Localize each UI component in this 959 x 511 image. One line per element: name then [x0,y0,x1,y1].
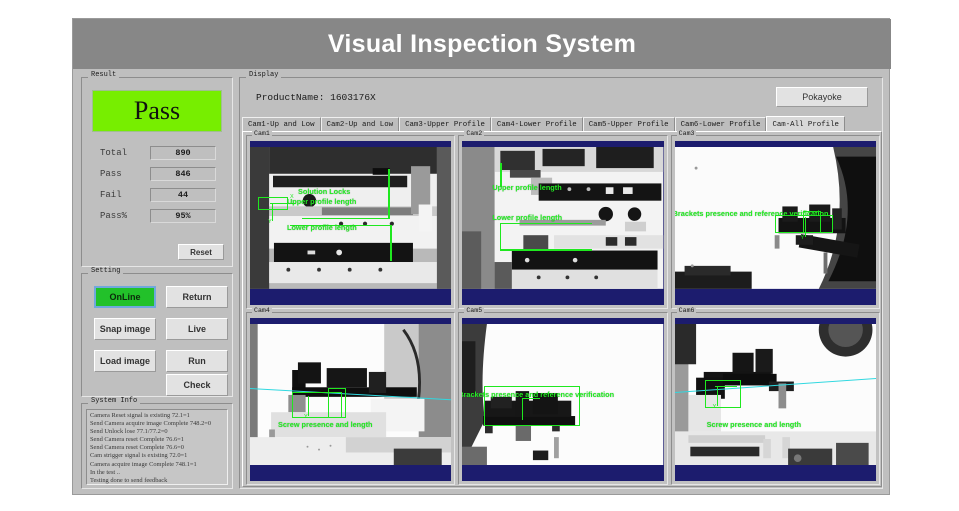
log-line: Cam strigger signal is existing 72.0=1 [90,452,224,460]
camera-panel-cam3: Cam3 [671,135,880,309]
stat-label-pass: Pass [82,169,150,179]
cam6-annotation-0: Screw presence and length [707,420,802,429]
camera-view-cam5[interactable]: Brackets presence and reference verifica… [462,318,663,482]
cam4-roi-box-2 [328,388,346,418]
stat-row: Total 890 [82,144,234,161]
cam3-axis-y-label: Y [801,235,805,241]
system-info-log[interactable]: Camera Reset signal is existing 72.1=1 S… [86,409,228,485]
stat-value-pass: 846 [150,167,216,181]
camera-image-cam5: Brackets presence and reference verifica… [462,324,663,476]
snap-image-button[interactable]: Snap image [94,318,156,340]
product-name-label: ProductName: 1603176X [256,92,376,103]
cam6-axis-y-label: Y [713,404,717,410]
camera-panel-cam2: Cam2 [458,135,667,309]
cam1-annotation-1: Upper profile length [287,197,356,206]
camera-view-cam2[interactable]: Upper profile length Lower profile lengt… [462,141,663,305]
verdict-box: Pass [92,90,222,132]
camera-image-cam3: Y Brackets presence and reference verifi… [675,147,876,299]
camera-panel-cam5: Cam5 [458,312,667,486]
log-line: Send Camera reset Complete 76.6=1 [90,436,224,444]
cam1-annotation-2: Lower profile length [287,223,357,232]
verdict-text: Pass [134,96,180,126]
camera-panel-cam4: Cam4 [246,312,455,486]
stat-row: Fail 44 [82,186,234,203]
stat-row: Pass% 95% [82,207,234,224]
cam6-axis-y [717,386,718,406]
cam2-annotation-1: Lower profile length [492,213,562,222]
online-button[interactable]: OnLine [94,286,156,308]
cam2-lower-roi [500,223,592,251]
stat-label-total: Total [82,148,150,158]
stat-label-fail: Fail [82,190,150,200]
camera-panel-cam6: Cam6 [671,312,880,486]
camera-legend-cam1: Cam1 [252,130,272,137]
cam4-annotation-0: Screw presence and length [278,420,373,429]
check-button[interactable]: Check [166,374,228,396]
load-image-button[interactable]: Load image [94,350,156,372]
camera-panel-cam1: Cam1 [246,135,455,309]
camera-legend-cam3: Cam3 [677,130,697,137]
cam1-axis-y-label: Y [268,219,272,225]
camera-legend-cam6: Cam6 [677,307,697,314]
log-line: Send Camera reset Complete 76.6=0 [90,444,224,452]
run-button[interactable]: Run [166,350,228,372]
cam5-annotation-0: Brackets presence and reference verifica… [462,390,614,399]
log-line: Send Camera acquire image Complete 748.2… [90,420,224,428]
app-title: Visual Inspection System [328,30,636,59]
tab-cam4-lower-profile[interactable]: Cam4-Lower Profile [491,117,583,132]
title-bar: Visual Inspection System [73,19,891,69]
camera-tab-bar: Cam1-Up and Low Cam2-Up and Low Cam3-Upp… [242,116,882,132]
camera-image-cam1: X Y Solution Locks Upper profile length … [250,147,451,299]
camera-tab-page: Cam1 [242,131,882,487]
log-line: Camera acquire image Complete 748.1=1 [90,461,224,469]
cam1-axis-y [272,203,273,221]
log-line: Testing done to send feedback [90,477,224,485]
pokayoke-button[interactable]: Pokayoke [776,87,868,107]
camera-legend-cam2: Cam2 [464,130,484,137]
setting-panel: Setting OnLine Return Snap image Live Lo… [81,273,233,397]
stat-row: Pass 846 [82,165,234,182]
camera-image-cam2: Upper profile length Lower profile lengt… [462,147,663,299]
result-panel: Result Pass Total 890 Pass 846 Fail 44 P… [81,77,233,267]
stat-value-passrate: 95% [150,209,216,223]
stat-label-passrate: Pass% [82,211,150,221]
camera-view-cam4[interactable]: Y Screw presence and length [250,318,451,482]
return-button[interactable]: Return [166,286,228,308]
system-info-legend: System Info [88,397,140,405]
camera-view-cam3[interactable]: Y Brackets presence and reference verifi… [675,141,876,305]
stat-value-total: 890 [150,146,216,160]
cam6-axis-x [715,386,737,387]
camera-view-cam1[interactable]: X Y Solution Locks Upper profile length … [250,141,451,305]
camera-legend-cam5: Cam5 [464,307,484,314]
log-line: In the test .. [90,469,224,477]
application-window: Visual Inspection System Result Pass Tot… [72,18,890,495]
display-panel: Display ProductName: 1603176X Pokayoke C… [239,77,883,489]
cam6-roi-box [705,380,741,408]
stat-value-fail: 44 [150,188,216,202]
cam5-axis-y [522,398,523,420]
camera-legend-cam4: Cam4 [252,307,272,314]
cam2-annotation-0: Upper profile length [492,183,561,192]
camera-view-cam6[interactable]: Y Screw presence and length [675,318,876,482]
setting-panel-legend: Setting [88,267,123,275]
cam4-axis-y [308,396,309,416]
cam1-annotation-0: Solution Locks [298,187,350,196]
cam3-axis-y [805,217,806,237]
tab-cam2-up-and-low[interactable]: Cam2-Up and Low [321,117,400,132]
cam3-annotation-0: Brackets presence and reference verifica… [675,209,829,218]
log-line: Send Unlock lose 77.1/77.2=0 [90,428,224,436]
tab-cam-all-profile[interactable]: Cam-All Profile [766,116,845,132]
display-panel-legend: Display [246,71,281,79]
live-button[interactable]: Live [166,318,228,340]
camera-image-cam4: Y Screw presence and length [250,324,451,476]
tab-cam5-upper-profile[interactable]: Cam5-Upper Profile [583,117,675,132]
log-line: Camera Reset signal is existing 72.1=1 [90,412,224,420]
camera-image-cam6: Y Screw presence and length [675,324,876,476]
system-info-panel: System Info Camera Reset signal is exist… [81,403,233,489]
camera-grid: Cam1 [246,135,880,485]
result-panel-legend: Result [88,71,119,79]
reset-button[interactable]: Reset [178,244,224,260]
